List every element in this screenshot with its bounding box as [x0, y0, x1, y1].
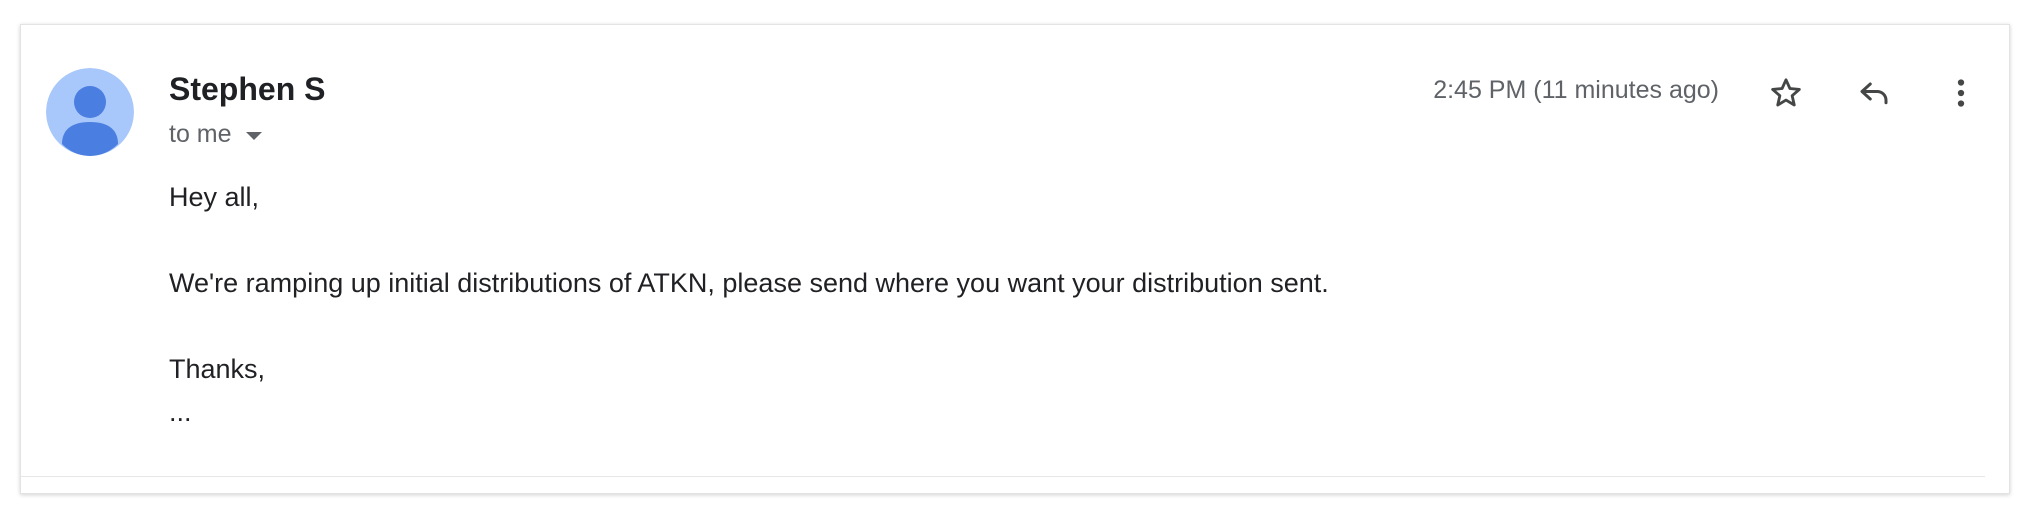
person-avatar-icon — [46, 68, 134, 156]
star-button[interactable] — [1762, 69, 1810, 117]
email-message-card: Stephen S to me 2:45 PM (11 minutes ago)… — [20, 24, 2010, 494]
message-greeting: Hey all, — [169, 182, 260, 212]
message-timestamp: 2:45 PM (11 minutes ago) — [1433, 76, 1719, 104]
star-outline-icon — [1771, 78, 1801, 107]
more-options-button[interactable] — [1937, 69, 1985, 117]
recipient-details-toggle[interactable]: to me — [169, 120, 262, 149]
show-trimmed-content[interactable]: ... — [169, 391, 1329, 434]
message-signoff: Thanks, — [169, 354, 266, 384]
message-paragraph: We're ramping up initial distributions o… — [169, 268, 1329, 298]
recipient-label: to me — [169, 120, 232, 148]
caret-down-icon — [245, 131, 262, 140]
more-vertical-icon — [1957, 79, 1965, 107]
reply-icon — [1860, 82, 1888, 105]
message-body: Hey all, We're ramping up initial distri… — [169, 176, 1329, 434]
sender-name[interactable]: Stephen S — [169, 71, 325, 108]
message-divider — [21, 476, 1985, 477]
sender-avatar[interactable] — [46, 68, 134, 156]
reply-button[interactable] — [1850, 69, 1898, 117]
